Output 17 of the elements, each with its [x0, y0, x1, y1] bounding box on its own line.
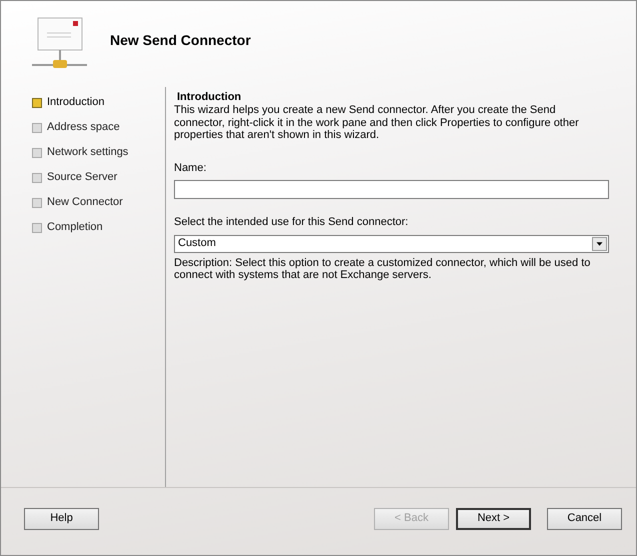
wizard-button[interactable]: Cancel [547, 508, 622, 530]
name-field[interactable] [174, 180, 609, 200]
step-label: Address space [47, 120, 120, 136]
page-heading: Introduction [177, 91, 242, 104]
description-text: Description: Select this option to create a customized connector, which will be used to connect with systems that are not Exchange servers. [174, 256, 592, 282]
name-label: Name: [174, 162, 206, 174]
wizard-button[interactable]: Next > [456, 508, 531, 530]
help-button[interactable]: Help [24, 508, 99, 530]
step-label: Completion [47, 220, 103, 236]
step-label: Introduction [47, 95, 104, 110]
step-label: Source Server [47, 170, 118, 186]
step-label: Network settings [47, 145, 128, 160]
use-label: Select the intended use for this Send connector: [174, 216, 408, 228]
wizard-title: New Send Connector [110, 32, 251, 50]
use-dropdown[interactable]: Custom [174, 234, 609, 253]
intro-text: This wizard helps you create a new Send connector. After you create the Send connector, right-click it in the work pane and then click Properties to configure other properties that aren't shown in this wizard. [174, 104, 580, 142]
step-label: New Connector [47, 195, 123, 210]
